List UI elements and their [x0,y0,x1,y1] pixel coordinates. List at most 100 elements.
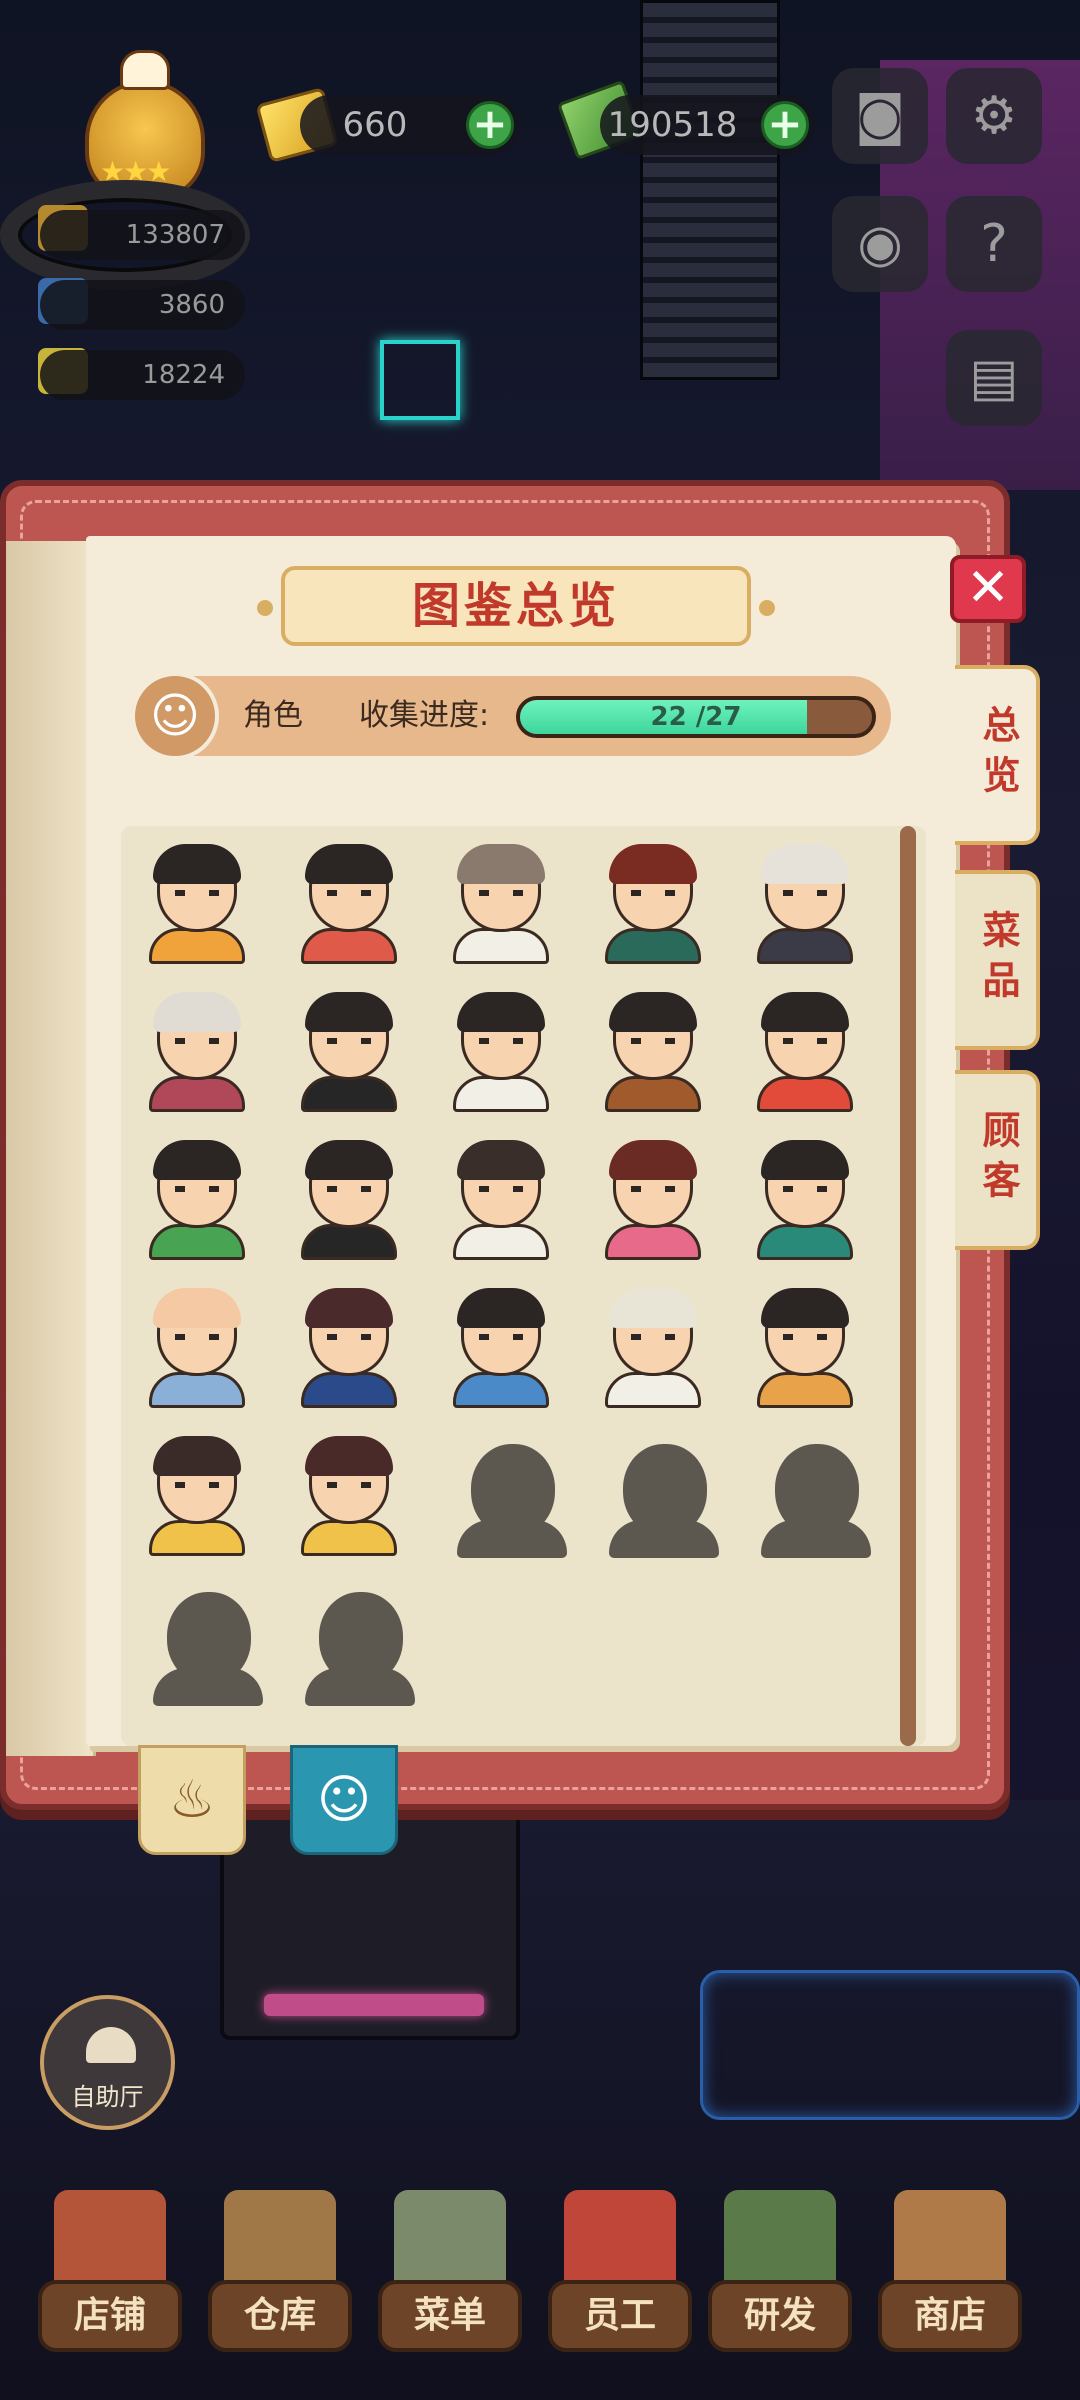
character-portrait [749,840,861,964]
eye-icon: ◉ [857,214,903,274]
character-card[interactable] [273,1418,425,1566]
locked-silhouette-icon [597,1432,719,1558]
nav-label: 店铺 [38,2280,182,2352]
character-card[interactable] [121,826,273,974]
character-card[interactable] [729,1270,881,1418]
tab-dishes[interactable]: 菜品 [955,870,1040,1050]
background-neon-frame [700,1970,1080,2120]
character-portrait [445,1136,557,1260]
tab-overview[interactable]: 总览 [955,665,1040,845]
nav-store[interactable]: 商店 [870,2170,1030,2380]
close-icon: ✕ [966,558,1010,618]
locked-character-card[interactable] [729,1418,881,1566]
add-cash-button[interactable]: + [761,101,809,149]
character-card[interactable] [577,826,729,974]
character-card[interactable] [577,974,729,1122]
character-card[interactable] [425,1122,577,1270]
nav-research[interactable]: 研发 [700,2170,860,2380]
stat-reputation: 18224 [40,350,245,400]
character-portrait [597,1136,709,1260]
gems-counter: 660 + [300,95,520,155]
progress-bar: 22 /27 [516,696,876,738]
progress-label: 收集进度: [359,698,490,733]
character-portrait [141,988,253,1112]
locked-silhouette-icon [749,1432,871,1558]
character-avatar-icon: ☺ [131,672,219,760]
character-card[interactable] [121,1122,273,1270]
recipe-book-button[interactable]: ▤ [946,330,1042,426]
book-left-page [6,541,96,1756]
view-button[interactable]: ◉ [832,196,928,292]
settings-button[interactable]: ⚙ [946,68,1042,164]
character-card[interactable] [729,826,881,974]
character-portrait [749,1284,861,1408]
cloche-icon [86,2027,136,2063]
character-card[interactable] [121,1418,273,1566]
character-portrait [141,1284,253,1408]
character-portrait [445,840,557,964]
help-book-icon: ? [980,214,1008,274]
character-portrait [445,988,557,1112]
character-portrait [597,988,709,1112]
character-card[interactable] [273,1270,425,1418]
character-card[interactable] [729,1122,881,1270]
character-card[interactable] [273,1122,425,1270]
character-card[interactable] [425,974,577,1122]
gear-icon: ⚙ [970,86,1018,146]
character-portrait [749,988,861,1112]
character-portrait [141,1136,253,1260]
character-card[interactable] [121,1270,273,1418]
background-building [640,0,780,380]
guide-button[interactable]: ? [946,196,1042,292]
tab-customers[interactable]: 顾客 [955,1070,1040,1250]
character-portrait [293,1136,405,1260]
character-card[interactable] [425,826,577,974]
nav-staff[interactable]: 员工 [540,2170,700,2380]
character-card[interactable] [121,974,273,1122]
cash-value: 190518 [607,105,738,145]
character-card[interactable] [577,1122,729,1270]
collection-book-dialog: 图鉴总览 ☺ 角色 收集进度: 22 /27 [0,480,1010,1810]
character-portrait [597,1284,709,1408]
character-card[interactable] [729,974,881,1122]
nav-warehouse[interactable]: 仓库 [200,2170,360,2380]
cash-counter: 190518 + [600,95,815,155]
buffet-button[interactable]: 自助厅 [40,1995,175,2130]
close-button[interactable]: ✕ [950,555,1026,623]
character-head-icon: ☺ [316,1770,372,1830]
character-portrait [445,1284,557,1408]
book-tab-recipes[interactable]: ♨ [138,1745,246,1855]
category-label: 角色 [243,698,303,733]
locked-character-card[interactable] [425,1418,577,1566]
progress-text: 22 /27 [650,702,742,732]
character-portrait [597,840,709,964]
stat-visitors: 3860 [40,280,245,330]
camera-button[interactable]: ◙ [832,68,928,164]
character-portrait [293,1284,405,1408]
locked-character-card[interactable] [121,1566,273,1714]
character-portrait [293,840,405,964]
nav-shop[interactable]: 店铺 [30,2170,190,2380]
character-card[interactable] [273,826,425,974]
nav-label: 员工 [548,2280,692,2352]
cooking-pot-icon: ♨ [168,1770,216,1830]
camera-icon: ◙ [854,86,906,146]
gems-value: 660 [342,105,408,145]
locked-silhouette-icon [445,1432,567,1558]
character-grid-panel[interactable] [121,826,926,1746]
character-card[interactable] [577,1270,729,1418]
locked-character-card[interactable] [273,1566,425,1714]
character-portrait [141,1432,253,1556]
book-tab-characters[interactable]: ☺ [290,1745,398,1855]
collection-progress-row: ☺ 角色 收集进度: 22 /27 [131,672,891,760]
add-gems-button[interactable]: + [466,101,514,149]
locked-character-card[interactable] [577,1418,729,1566]
grid-scrollbar[interactable] [900,826,916,1746]
character-portrait [293,1432,405,1556]
nav-menu[interactable]: 菜单 [370,2170,530,2380]
nav-label: 菜单 [378,2280,522,2352]
character-card[interactable] [273,974,425,1122]
buffet-label: 自助厅 [71,2083,144,2111]
chef-hat-icon [120,50,170,90]
character-card[interactable] [425,1270,577,1418]
